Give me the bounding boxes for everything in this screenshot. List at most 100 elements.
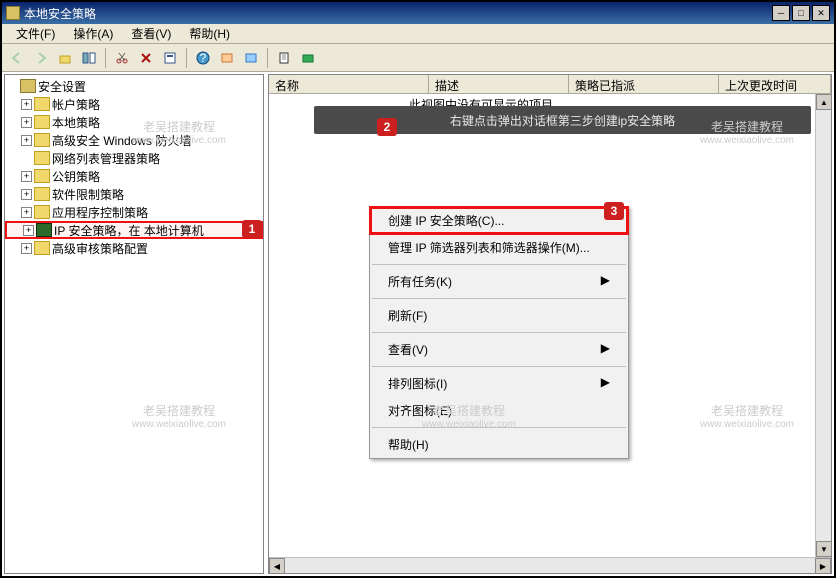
app-icon <box>6 6 20 20</box>
col-desc[interactable]: 描述 <box>429 75 569 93</box>
maximize-button[interactable]: □ <box>792 5 810 21</box>
tree-item-local-policies[interactable]: + 本地策略 <box>5 113 263 131</box>
folder-icon <box>34 97 50 111</box>
cm-separator <box>372 298 626 299</box>
forward-button <box>30 47 52 69</box>
menu-action[interactable]: 操作(A) <box>65 23 121 44</box>
tree-expander[interactable]: + <box>21 99 32 110</box>
tree-item-label: 公钥策略 <box>52 168 100 185</box>
tree-expander[interactable]: + <box>21 189 32 200</box>
cm-separator <box>372 332 626 333</box>
tree-expander[interactable]: + <box>21 135 32 146</box>
scroll-down-button[interactable]: ▼ <box>816 541 832 557</box>
tree-expander[interactable]: + <box>21 117 32 128</box>
scroll-up-button[interactable]: ▲ <box>816 94 832 110</box>
help-button[interactable]: ? <box>192 47 214 69</box>
col-assigned[interactable]: 策略已指派 <box>569 75 719 93</box>
cm-align-icons[interactable]: 对齐图标(E) <box>370 397 628 424</box>
tree-item-advanced-audit[interactable]: + 高级审核策略配置 <box>5 239 263 257</box>
tree-item-label: 软件限制策略 <box>52 186 124 203</box>
folder-icon <box>34 115 50 129</box>
tree-expander-none <box>7 81 18 92</box>
tree-item-windows-firewall[interactable]: + 高级安全 Windows 防火墙 <box>5 131 263 149</box>
window-titlebar: 本地安全策略 ─ □ ✕ <box>2 2 834 24</box>
tree-expander-none <box>21 153 32 164</box>
delete-button[interactable] <box>135 47 157 69</box>
svg-text:?: ? <box>200 51 207 65</box>
tree-item-label: 高级审核策略配置 <box>52 240 148 257</box>
cm-view[interactable]: 查看(V)▶ <box>370 336 628 363</box>
cut-button[interactable] <box>111 47 133 69</box>
tree-item-network-list[interactable]: 网络列表管理器策略 <box>5 149 263 167</box>
tree-item-account-policies[interactable]: + 帐户策略 <box>5 95 263 113</box>
tree-item-label: 高级安全 Windows 防火墙 <box>52 132 191 149</box>
show-hide-button[interactable] <box>78 47 100 69</box>
window-title: 本地安全策略 <box>24 5 96 22</box>
extra-button-4[interactable] <box>297 47 319 69</box>
ip-security-icon <box>36 223 52 237</box>
cm-manage-filters[interactable]: 管理 IP 筛选器列表和筛选器操作(M)... <box>370 234 628 261</box>
tree-root-label: 安全设置 <box>38 78 86 95</box>
cm-help[interactable]: 帮助(H) <box>370 431 628 458</box>
toolbar-separator-2 <box>186 48 187 68</box>
scroll-right-button[interactable]: ▶ <box>815 558 831 574</box>
list-header: 名称 描述 策略已指派 上次更改时间 <box>268 74 832 94</box>
tree-expander[interactable]: + <box>23 225 34 236</box>
back-button <box>6 47 28 69</box>
cm-refresh[interactable]: 刷新(F) <box>370 302 628 329</box>
col-name[interactable]: 名称 <box>269 75 429 93</box>
list-pane: 名称 描述 策略已指派 上次更改时间 此视图中没有可显示的项目。 右键点击弹出对… <box>268 74 832 574</box>
menu-view[interactable]: 查看(V) <box>123 23 179 44</box>
annotation-badge-2: 2 <box>377 118 397 136</box>
tree-item-app-control[interactable]: + 应用程序控制策略 <box>5 203 263 221</box>
folder-icon <box>34 151 50 165</box>
cm-arrange-label: 排列图标(I) <box>388 377 447 391</box>
tree-expander[interactable]: + <box>21 243 32 254</box>
tree-item-software-restrict[interactable]: + 软件限制策略 <box>5 185 263 203</box>
toolbar-separator-3 <box>267 48 268 68</box>
vertical-scrollbar[interactable]: ▲ ▼ <box>815 94 831 557</box>
cm-arrange-icons[interactable]: 排列图标(I) ▶ <box>370 370 628 397</box>
tree-item-public-key[interactable]: + 公钥策略 <box>5 167 263 185</box>
folder-icon <box>34 169 50 183</box>
extra-button-2[interactable] <box>240 47 262 69</box>
context-menu: 创建 IP 安全策略(C)... 管理 IP 筛选器列表和筛选器操作(M)...… <box>369 206 629 459</box>
tree-item-label: 本地策略 <box>52 114 100 131</box>
folder-icon <box>34 241 50 255</box>
properties-button[interactable] <box>159 47 181 69</box>
extra-button-3[interactable] <box>273 47 295 69</box>
list-body[interactable]: 此视图中没有可显示的项目。 右键点击弹出对话框第三步创建ip安全策略 创建 IP… <box>268 94 832 574</box>
folder-icon <box>34 133 50 147</box>
tree-pane[interactable]: 安全设置 + 帐户策略 + 本地策略 + 高级安全 Windows 防火墙 网络… <box>4 74 264 574</box>
menu-help[interactable]: 帮助(H) <box>181 23 238 44</box>
extra-button-1[interactable] <box>216 47 238 69</box>
tree-expander[interactable]: + <box>21 171 32 182</box>
chevron-right-icon: ▶ <box>601 375 610 389</box>
tree-item-label: 应用程序控制策略 <box>52 204 148 221</box>
tree-item-label: 网络列表管理器策略 <box>52 150 160 167</box>
col-lastmod[interactable]: 上次更改时间 <box>719 75 831 93</box>
folder-icon <box>34 187 50 201</box>
close-button[interactable]: ✕ <box>812 5 830 21</box>
up-button[interactable] <box>54 47 76 69</box>
tree-item-ip-security[interactable]: + IP 安全策略，在 本地计算机 <box>5 221 263 239</box>
tree-expander[interactable]: + <box>21 207 32 218</box>
cm-view-label: 查看(V) <box>388 343 428 357</box>
tree-root[interactable]: 安全设置 <box>5 77 263 95</box>
cm-all-tasks[interactable]: 所有任务(K)▶ <box>370 268 628 295</box>
folder-icon <box>34 205 50 219</box>
cm-all-tasks-label: 所有任务(K) <box>388 275 452 289</box>
menu-file[interactable]: 文件(F) <box>8 23 63 44</box>
cm-separator <box>372 427 626 428</box>
toolbar-separator <box>105 48 106 68</box>
annotation-tooltip-text: 右键点击弹出对话框第三步创建ip安全策略 <box>450 112 675 129</box>
scroll-left-button[interactable]: ◀ <box>269 558 285 574</box>
horizontal-scrollbar[interactable]: ◀ ▶ <box>269 557 831 573</box>
cm-create-ip-policy[interactable]: 创建 IP 安全策略(C)... <box>370 207 628 234</box>
tree-item-label: IP 安全策略，在 本地计算机 <box>54 222 204 239</box>
annotation-badge-1: 1 <box>242 220 262 238</box>
tree-item-label: 帐户策略 <box>52 96 100 113</box>
minimize-button[interactable]: ─ <box>772 5 790 21</box>
cm-separator <box>372 366 626 367</box>
menubar: 文件(F) 操作(A) 查看(V) 帮助(H) <box>2 24 834 44</box>
